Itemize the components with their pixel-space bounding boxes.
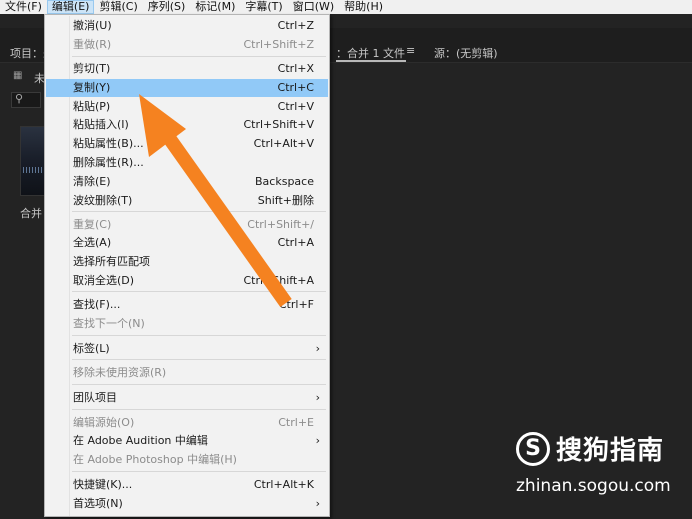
- menu-item-shortcut: Ctrl+Z: [277, 19, 314, 32]
- menu-item[interactable]: 在 Adobe Photoshop 中编辑(H): [46, 451, 328, 469]
- menubar-item[interactable]: 窗口(W): [288, 0, 339, 14]
- menu-item-label: 波纹删除(T): [73, 194, 133, 207]
- menubar-item[interactable]: 序列(S): [143, 0, 191, 14]
- search-icon: ⚲: [15, 92, 24, 105]
- submenu-chevron-icon: ›: [315, 434, 320, 447]
- menu-bar: 文件(F) 编辑(E) 剪辑(C) 序列(S) 标记(M) 字幕(T) 窗口(W) 帮助(H): [0, 0, 692, 14]
- menu-item-label: 移除未使用资源(R): [73, 366, 167, 379]
- menu-item[interactable]: 快捷键(K)... Ctrl+Alt+K: [46, 476, 328, 494]
- menu-item-shortcut: Backspace: [255, 175, 314, 188]
- watermark-text: 搜狗指南: [556, 436, 665, 466]
- menu-item[interactable]: 清除(E) Backspace: [46, 173, 328, 191]
- menubar-item[interactable]: 标记(M): [190, 0, 240, 14]
- menu-item[interactable]: 波纹删除(T) Shift+删除: [46, 192, 328, 210]
- menu-item[interactable]: 全选(A) Ctrl+A: [46, 234, 328, 252]
- menu-item-label: 重做(R): [73, 38, 112, 51]
- menu-item[interactable]: 粘贴插入(I) Ctrl+Shift+V: [46, 116, 328, 134]
- menu-item-label: 查找(F)...: [73, 298, 121, 311]
- clip-thumbnail[interactable]: [20, 126, 46, 196]
- menu-item[interactable]: 剪切(T) Ctrl+X: [46, 60, 328, 78]
- menu-item-label: 粘贴(P): [73, 100, 111, 113]
- menu-item-shortcut: Ctrl+Shift+V: [243, 118, 314, 131]
- sogou-watermark: S 搜狗指南 zhinan.sogou.com: [516, 432, 676, 496]
- edit-dropdown-menu: 撤消(U) Ctrl+Z 重做(R) Ctrl+Shift+Z 剪切(T) Ctrl+X 复…: [44, 14, 330, 517]
- menu-item-label: 查找下一个(N): [73, 317, 145, 330]
- menu-item[interactable]: 取消全选(D) Ctrl+Shift+A: [46, 272, 328, 290]
- menu-item-label: 粘贴插入(I): [73, 118, 129, 131]
- menu-item[interactable]: 在 Adobe Audition 中编辑 ›: [46, 432, 328, 450]
- submenu-chevron-icon: ›: [315, 391, 320, 404]
- menu-item-label: 编辑源始(O): [73, 416, 135, 429]
- project-search-input[interactable]: ⚲: [11, 92, 41, 108]
- menu-item-label: 选择所有匹配项: [73, 255, 150, 268]
- menu-item-label: 清除(E): [73, 175, 111, 188]
- submenu-chevron-icon: ›: [315, 342, 320, 355]
- menu-item[interactable]: 移除未使用资源(R): [46, 364, 328, 382]
- menu-item-label: 复制(Y): [73, 81, 111, 94]
- folder-icon[interactable]: ▦: [13, 70, 22, 81]
- menu-item-label: 在 Adobe Photoshop 中编辑(H): [73, 453, 237, 466]
- menu-item-label: 快捷键(K)...: [73, 478, 133, 491]
- menu-item-label: 全选(A): [73, 236, 112, 249]
- timeline-panel-title[interactable]: ：合并 1 文件: [336, 45, 405, 61]
- menu-item[interactable]: 粘贴属性(B)... Ctrl+Alt+V: [46, 135, 328, 153]
- clip-label: 合并: [20, 207, 42, 220]
- menu-item-shortcut: Ctrl+V: [277, 100, 314, 113]
- menubar-item[interactable]: 字幕(T): [240, 0, 287, 14]
- menu-item-shortcut: Ctrl+Shift+/: [247, 218, 314, 231]
- menu-item-shortcut: Shift+删除: [257, 194, 314, 207]
- menu-separator: [72, 211, 326, 212]
- menu-item[interactable]: 复制(Y) Ctrl+C: [46, 79, 328, 97]
- menu-item-label: 粘贴属性(B)...: [73, 137, 144, 150]
- menu-item-label: 团队项目: [73, 391, 117, 404]
- watermark-url: zhinan.sogou.com: [516, 476, 671, 496]
- menu-item-shortcut: Ctrl+Shift+Z: [243, 38, 314, 51]
- menu-item[interactable]: 团队项目 ›: [46, 389, 328, 407]
- sogou-logo-icon: S: [516, 432, 550, 466]
- menu-item[interactable]: 重做(R) Ctrl+Shift+Z: [46, 36, 328, 54]
- menubar-item[interactable]: 文件(F): [0, 0, 47, 14]
- menu-item[interactable]: 编辑源始(O) Ctrl+E: [46, 414, 328, 432]
- menubar-item[interactable]: 剪辑(C): [94, 0, 142, 14]
- menu-separator: [72, 335, 326, 336]
- submenu-chevron-icon: ›: [315, 497, 320, 510]
- menu-item-shortcut: Ctrl+Alt+V: [253, 137, 314, 150]
- menu-item-shortcut: Ctrl+X: [277, 62, 314, 75]
- menu-item[interactable]: 选择所有匹配项: [46, 253, 328, 271]
- menu-item-label: 标签(L): [73, 342, 110, 355]
- menu-item[interactable]: 重复(C) Ctrl+Shift+/: [46, 216, 328, 234]
- menu-item[interactable]: 查找下一个(N): [46, 315, 328, 333]
- menu-separator: [72, 291, 326, 292]
- menu-item-label: 重复(C): [73, 218, 112, 231]
- menu-item[interactable]: 撤消(U) Ctrl+Z: [46, 17, 328, 35]
- menu-item[interactable]: 删除属性(R)...: [46, 154, 328, 172]
- menu-item-shortcut: Ctrl+C: [277, 81, 314, 94]
- menu-item-label: 删除属性(R)...: [73, 156, 144, 169]
- menubar-item[interactable]: 编辑(E): [46, 0, 95, 14]
- menu-item[interactable]: 查找(F)... Ctrl+F: [46, 296, 328, 314]
- menu-item-shortcut: Ctrl+A: [277, 236, 314, 249]
- menu-item-label: 首选项(N): [73, 497, 123, 510]
- menu-item-label: 撤消(U): [73, 19, 112, 32]
- menu-item-label: 在 Adobe Audition 中编辑: [73, 434, 208, 447]
- panel-menu-icon[interactable]: ≡: [406, 44, 415, 57]
- menu-separator: [72, 56, 326, 57]
- menu-item[interactable]: 粘贴(P) Ctrl+V: [46, 98, 328, 116]
- menu-separator: [72, 409, 326, 410]
- source-panel-title[interactable]: 源：(无剪辑): [434, 45, 498, 61]
- menu-separator: [72, 471, 326, 472]
- active-tab-indicator: [336, 60, 406, 62]
- menu-item-label: 剪切(T): [73, 62, 111, 75]
- menu-item-shortcut: Ctrl+E: [278, 416, 314, 429]
- menu-item[interactable]: 首选项(N) ›: [46, 495, 328, 513]
- menu-separator: [72, 384, 326, 385]
- menu-item[interactable]: 标签(L) ›: [46, 340, 328, 358]
- menu-item-shortcut: Ctrl+Alt+K: [253, 478, 314, 491]
- menu-item-label: 取消全选(D): [73, 274, 135, 287]
- menu-item-shortcut: Ctrl+F: [278, 298, 314, 311]
- menu-item-shortcut: Ctrl+Shift+A: [243, 274, 314, 287]
- menubar-item[interactable]: 帮助(H): [339, 0, 388, 14]
- menu-separator: [72, 359, 326, 360]
